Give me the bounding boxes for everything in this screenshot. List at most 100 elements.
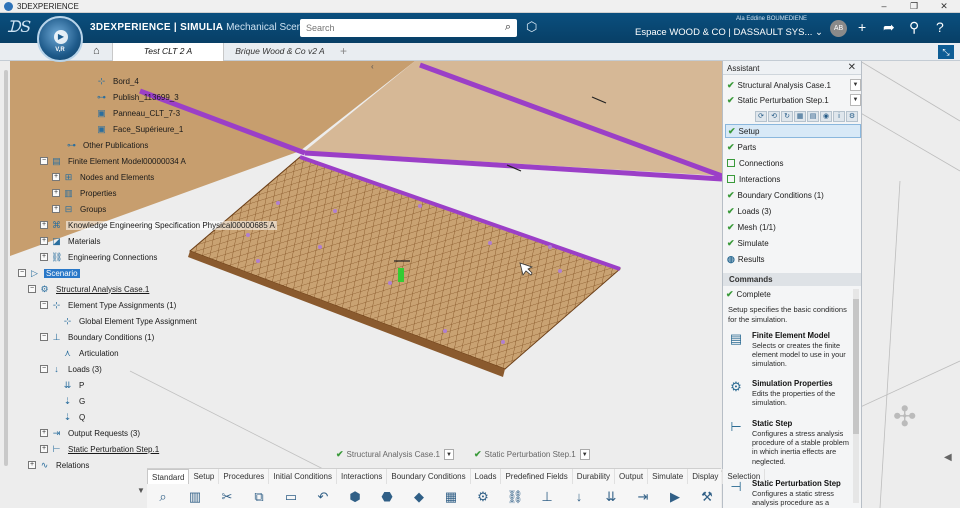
surface-icon[interactable]: ▣ [96, 124, 107, 135]
tree-node-label[interactable]: Output Requests (3) [66, 429, 142, 438]
tree-node-label[interactable]: Finite Element Model00000034 A [66, 157, 188, 166]
pressure-tool-icon[interactable]: ⇊ [595, 487, 627, 507]
element-type-icon[interactable]: ⊹ [51, 300, 62, 311]
tree-node[interactable]: − ⊹ Element Type Assignments (1) [40, 299, 178, 311]
expand-icon[interactable]: + [40, 445, 48, 453]
tree-node[interactable]: + ◪ Materials [40, 235, 102, 247]
tree-node[interactable]: ⊹ Bord_4 [96, 75, 141, 87]
tree-node-label[interactable]: Nodes and Elements [78, 173, 156, 182]
chevron-down-icon[interactable]: ▼ [850, 94, 861, 106]
tree-node[interactable]: + ∿ Relations [28, 459, 91, 471]
copy-icon[interactable]: ⧉ [243, 487, 275, 507]
compass-apps-icon[interactable]: ⚲ [909, 19, 919, 36]
tree-node[interactable]: ⊶ Other Publications [66, 139, 150, 151]
chevron-down-icon[interactable]: ▼ [850, 79, 861, 91]
avatar[interactable]: AB [830, 20, 847, 37]
step-icon[interactable]: ⊢ [51, 444, 62, 455]
close-window-button[interactable]: ✕ [930, 0, 958, 13]
maximize-button[interactable]: ❐ [900, 0, 928, 13]
tree-node-label[interactable]: Knowledge Engineering Specification Phys… [66, 220, 277, 230]
tree-node[interactable]: − ▷ Scenario [18, 267, 80, 279]
step-results[interactable]: ◍ Results [725, 252, 861, 266]
tree-node-label[interactable]: Structural Analysis Case.1 [54, 285, 151, 294]
tree-node-label[interactable]: Boundary Conditions (1) [66, 333, 156, 342]
output-tool-icon[interactable]: ⇥ [627, 487, 659, 507]
step-parts[interactable]: ✔ Parts [725, 140, 861, 154]
navigation-cube-icon[interactable]: ✣ [893, 400, 916, 433]
tree-node[interactable]: ⊹ Global Element Type Assignment [62, 315, 199, 327]
tab-test-clt[interactable]: Test CLT 2 A [112, 43, 224, 61]
tree-scrollbar[interactable] [4, 70, 8, 466]
element-type-icon[interactable]: ⊹ [62, 316, 73, 327]
table-icon[interactable]: ▦ [794, 111, 806, 122]
tree-node-label[interactable]: Groups [78, 205, 108, 214]
relations-icon[interactable]: ∿ [39, 460, 50, 471]
output-icon[interactable]: ⇥ [51, 428, 62, 439]
pressure-icon[interactable]: ⇊ [62, 380, 73, 391]
scrollbar-thumb[interactable] [853, 299, 859, 434]
tree-node[interactable]: ⊶ Publish_113699_3 [96, 91, 181, 103]
section-tab-interactions[interactable]: Interactions [337, 469, 388, 484]
publication-icon[interactable]: ⊶ [66, 140, 77, 151]
connections-tool-icon[interactable]: ⛓ [499, 487, 531, 507]
tree-node-label[interactable]: Scenario [44, 268, 80, 278]
share-icon[interactable]: ➦ [883, 19, 895, 36]
mesh-icon[interactable]: ⚙ [467, 487, 499, 507]
section-tab-durability[interactable]: Durability [573, 469, 616, 484]
material-icon[interactable]: ◆ [403, 487, 435, 507]
tree-node[interactable]: ⇊ P [62, 379, 86, 391]
collapse-icon[interactable]: − [40, 333, 48, 341]
command-title[interactable]: Static Step [752, 419, 792, 428]
gravity-icon[interactable]: ⇣ [62, 396, 73, 407]
fem-tool-icon[interactable]: ⬢ [339, 487, 371, 507]
tree-node[interactable]: − ▤ Finite Element Model00000034 A [40, 155, 188, 167]
expand-icon[interactable]: + [52, 173, 60, 181]
collapse-icon[interactable]: − [28, 285, 36, 293]
tree-node-label[interactable]: Engineering Connections [66, 253, 159, 262]
properties-tool-icon[interactable]: ⬣ [371, 487, 403, 507]
tree-node[interactable]: + ⊟ Groups [52, 203, 108, 215]
collapse-tree-icon[interactable]: ‹ [371, 62, 374, 71]
boundary-icon[interactable]: ⊥ [51, 332, 62, 343]
tree-node-label[interactable]: Relations [54, 461, 91, 470]
search-box[interactable]: ⌕ [300, 19, 517, 37]
viewport-case-selector[interactable]: ✔ Structural Analysis Case.1 ▼ [336, 448, 454, 461]
book-icon[interactable]: ▥ [179, 487, 211, 507]
step-simulate[interactable]: ✔ Simulate [725, 236, 861, 250]
search-icon[interactable]: ⌕ [505, 21, 511, 34]
fem-icon[interactable]: ▤ [51, 156, 62, 167]
step-setup[interactable]: ✔ Setup [725, 124, 861, 138]
view-icon[interactable]: ◉ [820, 111, 832, 122]
command-title[interactable]: Simulation Properties [752, 379, 833, 388]
publication-icon[interactable]: ⊶ [96, 92, 107, 103]
step-connections[interactable]: Connections [725, 156, 861, 170]
load-tool-icon[interactable]: ↓ [563, 487, 595, 507]
tree-node[interactable]: − ⊥ Boundary Conditions (1) [40, 331, 156, 343]
step-loads[interactable]: ✔ Loads (3) [725, 204, 861, 218]
tree-node[interactable]: ▣ Panneau_CLT_7-3 [96, 107, 182, 119]
section-tab-standard[interactable]: Standard [147, 469, 190, 484]
expand-icon[interactable]: + [28, 461, 36, 469]
tree-node[interactable]: + ⊢ Static Perturbation Step.1 [40, 443, 161, 455]
section-tab-procedures[interactable]: Procedures [219, 469, 270, 484]
fem-icon[interactable]: ▤ [726, 331, 746, 351]
grid-icon[interactable]: ▤ [807, 111, 819, 122]
collapse-icon[interactable]: − [40, 157, 48, 165]
section-tab-boundary-conditions[interactable]: Boundary Conditions [387, 469, 471, 484]
sim-properties-icon[interactable]: ⚙ [726, 379, 746, 399]
table-icon[interactable]: ▦ [435, 487, 467, 507]
tree-node-label[interactable]: Properties [78, 189, 118, 198]
cut-icon[interactable]: ✂ [211, 487, 243, 507]
compass-widget[interactable]: ▶ V,R [37, 16, 83, 62]
analysis-case-icon[interactable]: ⚙ [39, 284, 50, 295]
knowledge-icon[interactable]: ⌘ [51, 220, 62, 231]
groups-icon[interactable]: ⊟ [63, 204, 74, 215]
expand-right-icon[interactable]: ◀ [944, 452, 952, 463]
update-icon[interactable]: ↻ [781, 111, 793, 122]
command-title[interactable]: Finite Element Model [752, 331, 830, 340]
section-tab-display[interactable]: Display [688, 469, 724, 484]
commands-scrollbar[interactable] [853, 289, 859, 503]
nodes-icon[interactable]: ⊞ [63, 172, 74, 183]
expand-icon[interactable]: + [52, 189, 60, 197]
expand-icon[interactable]: + [40, 429, 48, 437]
